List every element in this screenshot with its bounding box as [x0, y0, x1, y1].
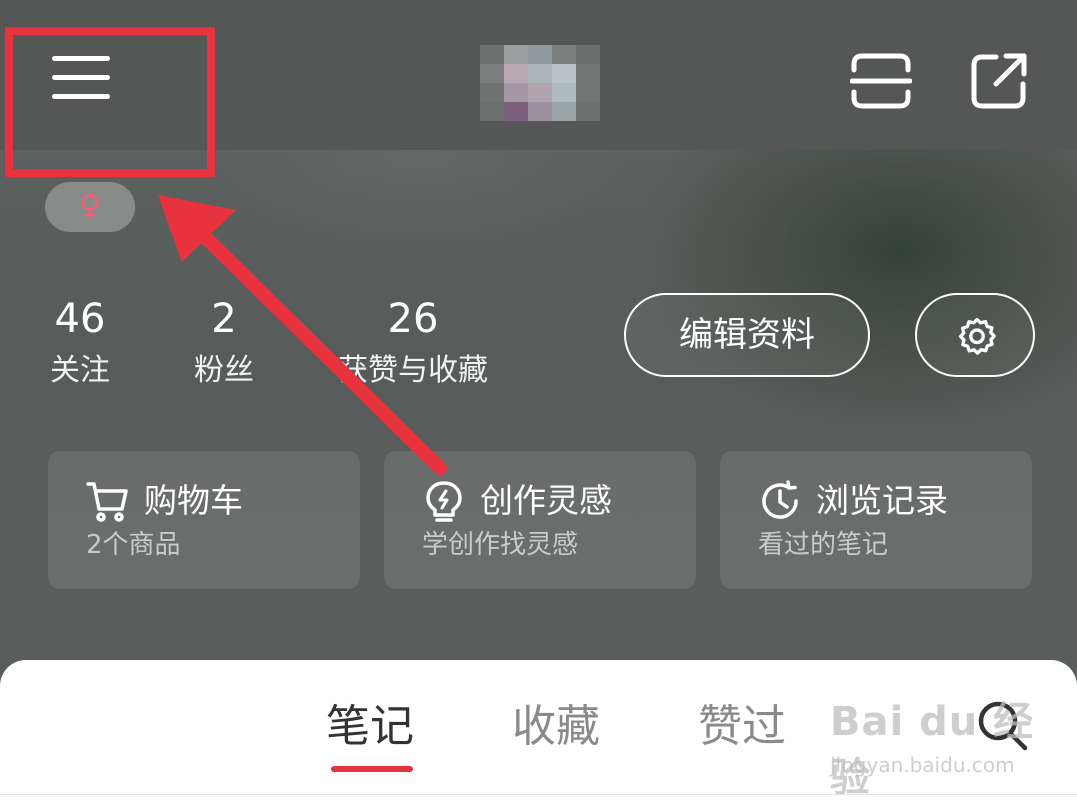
gear-icon — [958, 317, 996, 355]
baidu-watermark: Bai du 经验 jingyan.baidu.com — [830, 690, 1070, 801]
stat-followers[interactable]: 2 粉丝 — [184, 297, 264, 389]
stat-label: 粉丝 — [194, 353, 254, 388]
edit-profile-button[interactable]: 编辑资料 — [624, 293, 870, 377]
clock-icon — [762, 480, 798, 519]
card-shopping-cart[interactable]: 购物车 2个商品 — [48, 451, 360, 589]
active-tab-indicator — [331, 766, 413, 772]
gender-badge: ♀ — [45, 182, 135, 232]
cart-icon — [86, 482, 128, 522]
card-browsing-history[interactable]: 浏览记录 看过的笔记 — [720, 451, 1032, 589]
card-creative-inspiration[interactable]: 创作灵感 学创作找灵感 — [384, 451, 696, 589]
watermark-text: Bai du 经验 — [830, 699, 1035, 801]
scan-icon[interactable] — [850, 52, 912, 110]
stat-value: 2 — [211, 296, 237, 342]
watermark-url: jingyan.baidu.com — [830, 753, 1015, 777]
stat-value: 26 — [387, 296, 439, 342]
tab-collections[interactable]: 收藏 — [512, 700, 600, 754]
card-title: 购物车 — [144, 481, 243, 520]
tab-notes[interactable]: 笔记 — [326, 700, 414, 754]
share-icon[interactable] — [970, 52, 1028, 110]
card-subtitle: 2个商品 — [86, 530, 181, 560]
stat-value: 46 — [54, 296, 106, 342]
stat-likes-and-collects[interactable]: 26 获赞与收藏 — [330, 297, 496, 389]
lightbulb-icon — [426, 481, 462, 522]
settings-button[interactable] — [915, 293, 1035, 377]
stat-label: 获赞与收藏 — [338, 353, 488, 388]
avatar[interactable] — [480, 45, 600, 121]
card-title: 浏览记录 — [816, 481, 948, 520]
divider — [0, 794, 1077, 795]
card-subtitle: 学创作找灵感 — [422, 530, 579, 560]
card-subtitle: 看过的笔记 — [758, 530, 889, 560]
card-title: 创作灵感 — [480, 481, 612, 520]
tab-liked[interactable]: 赞过 — [698, 700, 786, 754]
annotation-highlight-box — [5, 27, 215, 177]
stat-following[interactable]: 46 关注 — [40, 297, 120, 389]
stat-label: 关注 — [50, 353, 110, 388]
